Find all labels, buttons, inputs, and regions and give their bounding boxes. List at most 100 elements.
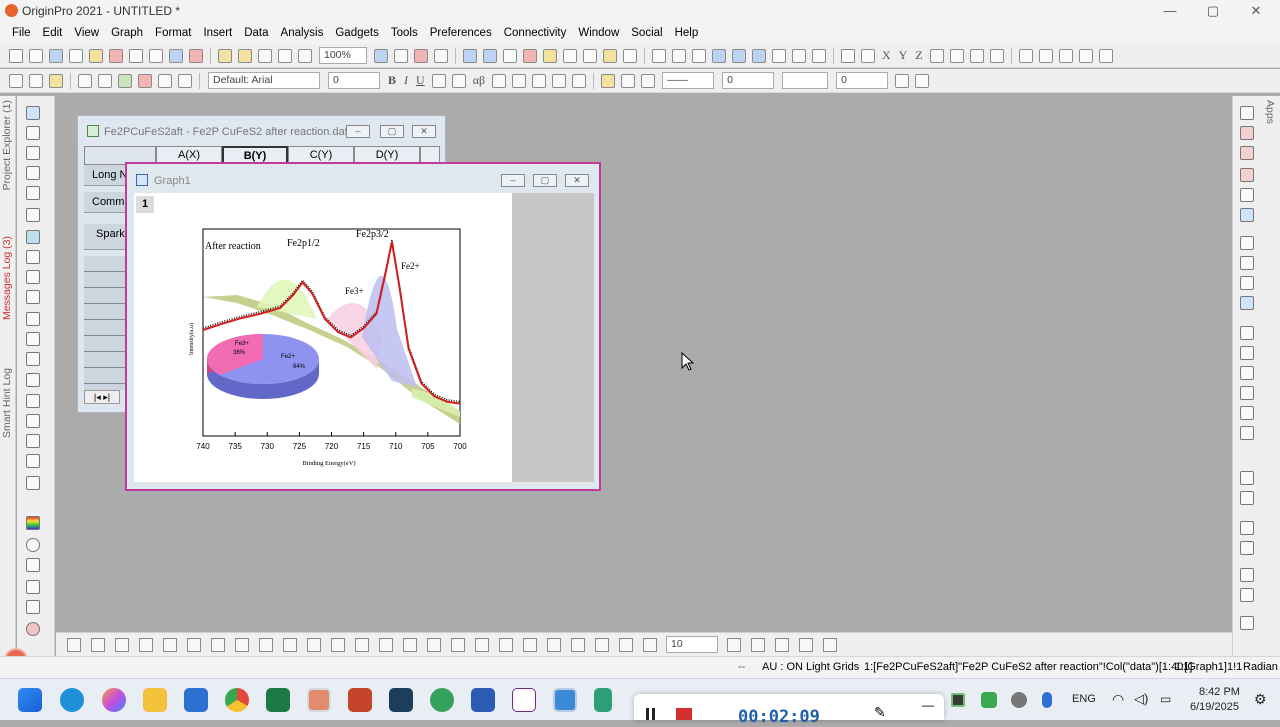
- new-graph-icon[interactable]: [109, 48, 123, 63]
- multi-panel-icon[interactable]: [163, 637, 177, 652]
- menu-edit[interactable]: Edit: [43, 27, 63, 39]
- store-icon[interactable]: [184, 688, 208, 712]
- menu-insert[interactable]: Insert: [203, 27, 232, 39]
- column-stats-icon[interactable]: [712, 48, 726, 63]
- menu-file[interactable]: File: [12, 27, 31, 39]
- swap-icon[interactable]: [1240, 491, 1254, 505]
- transparency-icon[interactable]: [915, 73, 930, 88]
- italic-button[interactable]: I: [404, 73, 408, 88]
- circle-icon[interactable]: [26, 538, 40, 552]
- xy-scale-icon[interactable]: [26, 580, 40, 594]
- pointer-icon[interactable]: [26, 106, 40, 120]
- cut-icon[interactable]: [9, 73, 23, 88]
- apps-tab[interactable]: Apps: [1264, 100, 1276, 124]
- same-width-icon[interactable]: [1240, 616, 1254, 630]
- add-layer-icon[interactable]: [623, 48, 637, 63]
- microphone-icon[interactable]: [1042, 692, 1052, 708]
- speed-mode-icon[interactable]: [1240, 106, 1254, 120]
- scatter-icon[interactable]: [91, 637, 105, 652]
- app-icon[interactable]: [389, 688, 413, 712]
- code-builder-icon[interactable]: [523, 48, 537, 63]
- polar-icon[interactable]: [355, 637, 369, 652]
- font-select[interactable]: Default: Arial: [208, 72, 320, 89]
- none-col-icon[interactable]: [969, 48, 984, 63]
- sync-tray-icon[interactable]: [1011, 692, 1027, 708]
- stats-icon[interactable]: [692, 48, 706, 63]
- 3d-plot-icon[interactable]: [283, 637, 297, 652]
- text-icon[interactable]: [26, 290, 40, 304]
- date-icon[interactable]: [1240, 276, 1254, 290]
- chat-app-icon[interactable]: [430, 688, 454, 712]
- powerpoint-icon[interactable]: [348, 688, 372, 712]
- menu-analysis[interactable]: Analysis: [281, 27, 324, 39]
- front-icon[interactable]: [158, 73, 172, 88]
- status-autoupdate[interactable]: AU : ON: [762, 661, 803, 673]
- align-left-icon[interactable]: [1240, 521, 1254, 535]
- move-last-icon[interactable]: [1078, 48, 1093, 63]
- graph-caption[interactable]: Graph1 – ▢ ✕: [127, 164, 599, 194]
- move-right-icon[interactable]: [1058, 48, 1073, 63]
- data-display-icon[interactable]: [563, 48, 577, 63]
- error-bar-icon[interactable]: [929, 48, 944, 63]
- contour-icon[interactable]: [307, 637, 321, 652]
- disregard-col-icon[interactable]: [989, 48, 1004, 63]
- layer-icon[interactable]: [1240, 296, 1254, 310]
- menu-format[interactable]: Format: [155, 27, 191, 39]
- xps-app-icon[interactable]: [512, 688, 536, 712]
- status-grids[interactable]: Light Grids: [806, 661, 859, 673]
- light-icon[interactable]: [643, 637, 657, 652]
- data-rows[interactable]: [84, 256, 126, 390]
- zoom-out-icon[interactable]: [26, 146, 40, 160]
- graph-minimize-button[interactable]: –: [501, 174, 525, 187]
- graph-window[interactable]: Graph1 – ▢ ✕ 1 After reaction Fe2p1/2 Fe…: [125, 162, 601, 491]
- status-active-graph[interactable]: 1:[Graph1]1!1: [1175, 661, 1242, 673]
- batch-icon[interactable]: [603, 48, 617, 63]
- gradient-icon[interactable]: [895, 73, 910, 88]
- orbit-icon[interactable]: [595, 637, 609, 652]
- template-icon[interactable]: [379, 637, 393, 652]
- paint-icon[interactable]: [553, 688, 577, 712]
- reader-icon[interactable]: [1240, 208, 1254, 222]
- volume-icon[interactable]: ◁): [1134, 691, 1148, 707]
- excel-icon[interactable]: [266, 688, 290, 712]
- line-plot-icon[interactable]: [67, 637, 81, 652]
- menu-tools[interactable]: Tools: [391, 27, 418, 39]
- copy-icon[interactable]: [29, 73, 43, 88]
- move-first-icon[interactable]: [1018, 48, 1033, 63]
- rescale-x-icon[interactable]: [1240, 146, 1254, 160]
- nvidia-tray-icon[interactable]: [951, 693, 965, 707]
- results-log-icon[interactable]: [483, 48, 497, 63]
- sort-icon[interactable]: [672, 48, 686, 63]
- recorder-minimize-icon[interactable]: —: [922, 698, 934, 712]
- line-symbol-icon[interactable]: [115, 637, 129, 652]
- graph-restore-button[interactable]: ▢: [533, 174, 557, 187]
- add-table-icon[interactable]: [26, 312, 40, 326]
- chrome-icon[interactable]: [225, 688, 249, 712]
- duplicate-icon[interactable]: [394, 48, 408, 63]
- new-legend-icon[interactable]: [1240, 236, 1254, 250]
- import-icon[interactable]: [434, 48, 448, 63]
- rescale-y-icon[interactable]: [1240, 168, 1254, 182]
- sparkline-icon[interactable]: [841, 48, 855, 63]
- clear-filter-icon[interactable]: [792, 48, 806, 63]
- frequency-icon[interactable]: [752, 48, 766, 63]
- column-plot-icon[interactable]: [139, 637, 153, 652]
- move-layer-icon[interactable]: [26, 454, 40, 468]
- menu-graph[interactable]: Graph: [111, 27, 143, 39]
- menu-window[interactable]: Window: [578, 27, 619, 39]
- add-axis-icon[interactable]: [1240, 326, 1254, 340]
- delete-col-icon[interactable]: [861, 48, 875, 63]
- move-left-icon[interactable]: [1038, 48, 1053, 63]
- xps-chart[interactable]: After reaction Fe2p1/2 Fe2p3/2 Fe3+ Fe2+…: [177, 219, 477, 474]
- bar-scale-icon[interactable]: [26, 600, 40, 614]
- area-plot-icon[interactable]: [211, 637, 225, 652]
- layout-icon[interactable]: [26, 476, 40, 490]
- save-icon[interactable]: [258, 48, 272, 63]
- new-layout-icon[interactable]: [149, 48, 163, 63]
- align-top-icon[interactable]: [1240, 568, 1254, 582]
- line-style-select[interactable]: ——: [662, 72, 715, 89]
- menu-view[interactable]: View: [74, 27, 99, 39]
- new-function-icon[interactable]: [89, 48, 103, 63]
- font-size-select[interactable]: 0: [328, 72, 380, 89]
- menu-gadgets[interactable]: Gadgets: [335, 27, 378, 39]
